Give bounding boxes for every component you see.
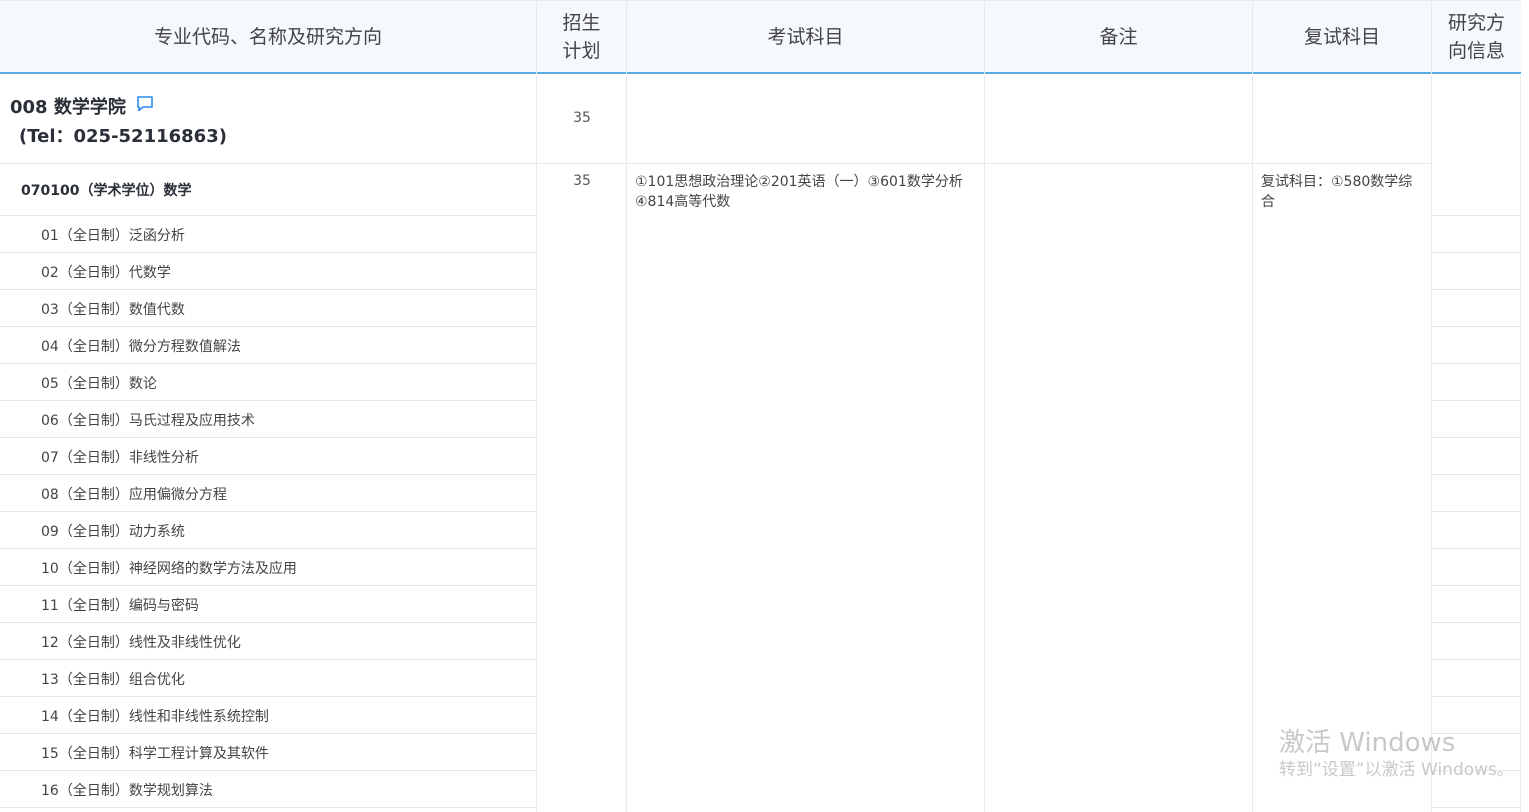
row-divider <box>0 622 536 623</box>
direction-item: 10（全日制）神经网络的数学方法及应用 <box>41 561 297 577</box>
row-divider <box>0 437 536 438</box>
direction-item: 05（全日制）数论 <box>41 376 157 392</box>
direction-item: 02（全日制）代数学 <box>41 265 171 281</box>
row-divider <box>0 659 536 660</box>
direction-item: 15（全日制）科学工程计算及其软件 <box>41 746 269 762</box>
row-divider <box>0 252 536 253</box>
row-divider <box>1432 807 1521 808</box>
header-divider <box>984 0 985 74</box>
direction-item: 09（全日制）动力系统 <box>41 524 185 540</box>
header-major: 专业代码、名称及研究方向 <box>153 26 382 48</box>
row-divider <box>0 511 536 512</box>
direction-item: 12（全日制）线性及非线性优化 <box>41 635 241 651</box>
row-divider <box>0 215 536 216</box>
row-divider <box>0 770 536 771</box>
column-divider <box>984 76 985 812</box>
header-exam: 考试科目 <box>767 26 844 48</box>
header-plan: 招生 计划 <box>562 12 601 62</box>
row-divider <box>1432 437 1521 438</box>
row-divider <box>0 733 536 734</box>
row-divider <box>1432 474 1521 475</box>
direction-item: 04（全日制）微分方程数值解法 <box>41 339 241 355</box>
direction-item: 11（全日制）编码与密码 <box>41 598 199 614</box>
column-divider <box>1431 76 1432 812</box>
row-divider <box>1432 622 1521 623</box>
header-research: 研究方 向信息 <box>1447 12 1505 62</box>
row-divider <box>0 163 1431 164</box>
row-divider <box>1432 400 1521 401</box>
row-divider <box>0 400 536 401</box>
activation-watermark-title: 激活 Windows <box>1279 728 1456 758</box>
row-divider <box>0 807 536 808</box>
row-divider <box>1432 511 1521 512</box>
row-divider <box>1432 659 1521 660</box>
row-divider <box>1432 696 1521 697</box>
message-icon[interactable] <box>136 95 154 113</box>
direction-item: 14（全日制）线性和非线性系统控制 <box>41 709 269 725</box>
major-exam-subjects: ①101思想政治理论②201英语（一）③601数学分析④814高等代数 <box>635 174 963 210</box>
direction-item: 03（全日制）数值代数 <box>41 302 185 318</box>
direction-item: 07（全日制）非线性分析 <box>41 450 199 466</box>
direction-item: 01（全日制）泛函分析 <box>41 228 185 244</box>
row-divider <box>1432 326 1521 327</box>
header-note: 备注 <box>1099 26 1138 48</box>
row-divider <box>1432 363 1521 364</box>
row-divider <box>1432 585 1521 586</box>
row-divider <box>0 474 536 475</box>
major-name: 070100（学术学位）数学 <box>21 183 192 199</box>
header-divider <box>626 0 627 74</box>
row-divider <box>1432 548 1521 549</box>
header-divider <box>536 0 537 74</box>
row-divider <box>1432 215 1521 216</box>
direction-item: 06（全日制）马氏过程及应用技术 <box>41 413 255 429</box>
header-retest: 复试科目 <box>1303 26 1380 48</box>
header-divider <box>1431 0 1432 74</box>
row-divider <box>0 585 536 586</box>
major-plan: 35 <box>573 173 591 189</box>
activation-watermark-hint: 转到“设置”以激活 Windows。 <box>1279 760 1514 780</box>
row-divider <box>0 289 536 290</box>
department-tel: (Tel：025-52116863) <box>19 126 227 147</box>
direction-item: 13（全日制）组合优化 <box>41 672 185 688</box>
department-name: 008 数学学院 <box>10 97 126 118</box>
row-divider <box>0 363 536 364</box>
department-plan: 35 <box>573 110 591 126</box>
header-divider <box>1252 0 1253 74</box>
major-retest-subjects: 复试科目：①580数学综合 <box>1261 174 1413 210</box>
row-divider <box>0 548 536 549</box>
row-divider <box>0 696 536 697</box>
row-divider <box>1432 252 1521 253</box>
row-divider <box>1432 289 1521 290</box>
row-divider <box>0 326 536 327</box>
column-divider <box>1252 76 1253 812</box>
direction-item: 08（全日制）应用偏微分方程 <box>41 487 227 503</box>
direction-item: 16（全日制）数学规划算法 <box>41 783 213 799</box>
column-divider <box>1520 76 1521 812</box>
